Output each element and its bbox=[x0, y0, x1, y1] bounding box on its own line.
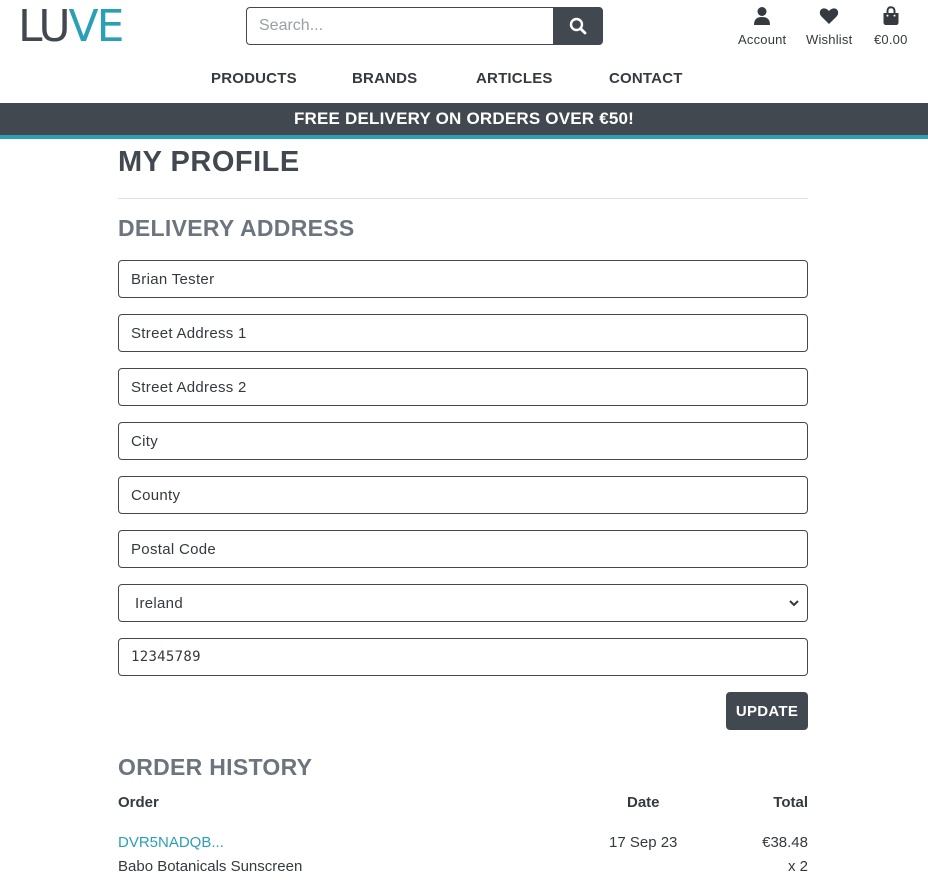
user-icon bbox=[754, 7, 771, 25]
county-field[interactable] bbox=[118, 476, 808, 514]
order-number-link[interactable]: DVR5NADQB... bbox=[118, 834, 224, 851]
postal-code-field[interactable] bbox=[118, 530, 808, 568]
site-header: LUVE Account Wishlist €0.00 bbox=[0, 0, 928, 103]
page-title: MY PROFILE bbox=[118, 146, 300, 178]
banner-accent-stripe bbox=[0, 135, 928, 139]
account-label: Account bbox=[738, 32, 787, 47]
city-field[interactable] bbox=[118, 422, 808, 460]
main-nav: PRODUCTS BRANDS ARTICLES CONTACT bbox=[0, 68, 928, 94]
wishlist-label: Wishlist bbox=[806, 32, 853, 47]
full-name-field[interactable] bbox=[118, 260, 808, 298]
total-column-header: Total bbox=[773, 794, 808, 811]
wishlist-link[interactable]: Wishlist bbox=[806, 6, 852, 47]
order-history-heading: ORDER HISTORY bbox=[118, 754, 313, 780]
site-logo[interactable]: LUVE bbox=[18, 5, 124, 49]
order-date: 17 Sep 23 bbox=[609, 834, 678, 851]
search-button[interactable] bbox=[553, 7, 603, 45]
update-button[interactable]: UPDATE bbox=[726, 692, 808, 730]
heart-icon bbox=[820, 8, 839, 24]
delivery-banner: FREE DELIVERY ON ORDERS OVER €50! bbox=[0, 103, 928, 135]
phone-number-field[interactable] bbox=[118, 638, 808, 676]
search-input[interactable] bbox=[246, 7, 553, 45]
search-icon bbox=[569, 17, 587, 35]
street-address-1-field[interactable] bbox=[118, 314, 808, 352]
nav-item-contact[interactable]: CONTACT bbox=[609, 70, 683, 87]
date-column-header: Date bbox=[627, 794, 660, 811]
country-select-wrapper: Ireland bbox=[118, 584, 808, 622]
street-address-2-field[interactable] bbox=[118, 368, 808, 406]
order-column-header: Order bbox=[118, 794, 159, 811]
nav-item-products[interactable]: PRODUCTS bbox=[211, 70, 297, 87]
cart-total: €0.00 bbox=[874, 32, 908, 47]
country-select[interactable]: Ireland bbox=[118, 584, 808, 622]
cart-link[interactable]: €0.00 bbox=[874, 6, 908, 47]
order-item-qty: x 2 bbox=[787, 858, 808, 875]
order-item-name: Babo Botanicals Sunscreen bbox=[118, 858, 303, 875]
delivery-address-heading: DELIVERY ADDRESS bbox=[118, 215, 355, 241]
shopping-bag-icon bbox=[883, 6, 899, 25]
order-total: €38.48 bbox=[762, 834, 808, 851]
nav-item-brands[interactable]: BRANDS bbox=[352, 70, 417, 87]
account-link[interactable]: Account bbox=[738, 6, 786, 47]
title-divider bbox=[118, 198, 808, 199]
search-bar bbox=[246, 7, 603, 45]
nav-item-articles[interactable]: ARTICLES bbox=[476, 70, 553, 87]
